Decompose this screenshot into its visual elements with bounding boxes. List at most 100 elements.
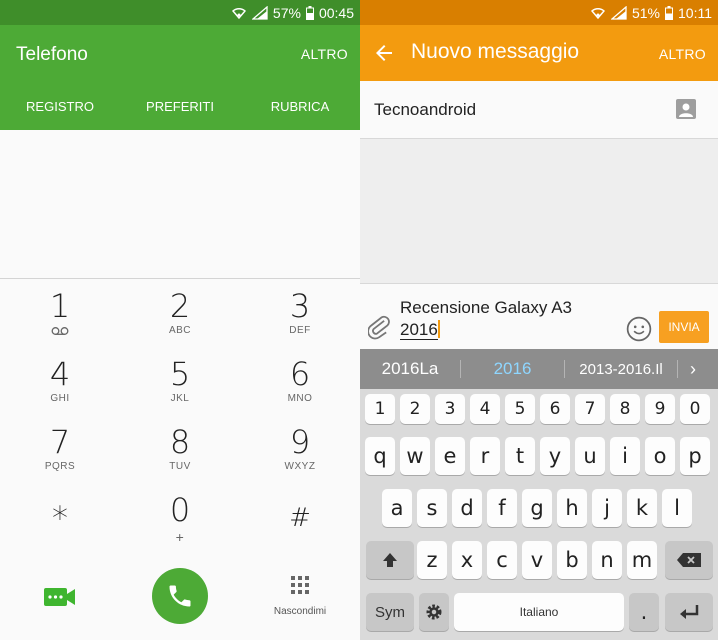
battery-percent: 51% [631,4,660,21]
enter-key[interactable] [665,593,713,631]
key-l[interactable]: l [662,489,692,527]
symbol-key[interactable]: Sym [366,593,414,631]
dial-key-hash[interactable]: # [240,483,360,551]
dial-key-1[interactable]: 1 [0,279,120,347]
suggestion-3[interactable]: 2013-2016.Il [565,361,677,378]
more-button[interactable]: ALTRO [301,46,348,62]
key-j[interactable]: j [592,489,622,527]
key-6[interactable]: 6 [540,394,570,424]
keyboard-row-1: qwertyuiop [360,433,718,481]
keyboard: 1234567890 qwertyuiop asdfghjkl zxcvbnm … [360,389,718,640]
dial-key-9[interactable]: 9 WXYZ [240,415,360,483]
dial-key-6[interactable]: 6 MNO [240,347,360,415]
number-display[interactable] [0,130,360,278]
recipient-name: Tecnoandroid [374,100,477,119]
key-m[interactable]: m [627,541,657,579]
dial-key-digit: 2 [169,287,191,325]
dial-key-0[interactable]: 0 + [120,483,240,551]
key-a[interactable]: a [382,489,412,527]
key-z[interactable]: z [417,541,447,579]
enter-arrow-icon [680,605,699,619]
tab-rubrica[interactable]: RUBRICA [240,87,360,127]
battery-icon [305,5,314,20]
key-s[interactable]: s [417,489,447,527]
space-key[interactable]: Italiano [454,593,624,631]
key-3[interactable]: 3 [435,394,465,424]
key-r[interactable]: r [470,437,500,475]
key-y[interactable]: y [540,437,570,475]
dial-key-8[interactable]: 8 TUV [120,415,240,483]
key-5[interactable]: 5 [505,394,535,424]
key-t[interactable]: t [505,437,535,475]
period-key[interactable]: . [629,593,659,631]
tab-preferiti[interactable]: PREFERITI [120,87,240,127]
key-v[interactable]: v [522,541,552,579]
message-line-1: Recensione Galaxy A3 [400,298,572,317]
dial-key-star[interactable]: * [0,483,120,551]
back-arrow-icon[interactable] [372,41,396,65]
clock: 00:45 [318,4,354,21]
key-g[interactable]: g [522,489,552,527]
key-9[interactable]: 9 [645,394,675,424]
recipient-field[interactable]: Tecnoandroid [360,81,718,139]
key-8[interactable]: 8 [610,394,640,424]
tab-registro[interactable]: REGISTRO [0,87,120,127]
key-4[interactable]: 4 [470,394,500,424]
phone-app-screen: 57% 00:45 Telefono ALTRO REGISTRO PREFER… [0,0,360,640]
key-o[interactable]: o [645,437,675,475]
key-n[interactable]: n [592,541,622,579]
call-button[interactable] [152,568,208,624]
key-k[interactable]: k [627,489,657,527]
hide-keypad-button[interactable]: Nascondimi [260,575,340,617]
tab-bar: REGISTRO PREFERITI RUBRICA [0,87,360,127]
key-i[interactable]: i [610,437,640,475]
suggestion-1[interactable]: 2016La [360,359,460,379]
key-e[interactable]: e [435,437,465,475]
video-call-icon[interactable] [44,587,76,607]
key-7[interactable]: 7 [575,394,605,424]
key-c[interactable]: c [487,541,517,579]
paperclip-icon[interactable] [368,314,390,340]
key-1[interactable]: 1 [365,394,395,424]
shift-arrow-icon [383,553,397,567]
send-button[interactable]: INVIA [659,311,709,343]
contact-picker-icon[interactable] [676,99,696,119]
key-w[interactable]: w [400,437,430,475]
key-p[interactable]: p [680,437,710,475]
app-bar: Telefono ALTRO REGISTRO PREFERITI RUBRIC… [0,25,360,130]
more-button[interactable]: ALTRO [659,46,706,62]
dial-key-3[interactable]: 3 DEF [240,279,360,347]
message-input[interactable]: Recensione Galaxy A3 2016 [400,297,620,341]
key-2[interactable]: 2 [400,394,430,424]
page-title: Nuovo messaggio [411,40,580,63]
key-u[interactable]: u [575,437,605,475]
dial-key-4[interactable]: 4 GHI [0,347,120,415]
emoji-icon[interactable] [626,316,652,342]
dial-key-letters: WXYZ [284,461,316,472]
dial-key-digit: 9 [289,423,311,461]
dial-key-digit: 7 [49,423,71,461]
key-q[interactable]: q [365,437,395,475]
key-h[interactable]: h [557,489,587,527]
expand-suggestions-icon[interactable]: › [678,359,708,380]
keyboard-row-2: asdfghjkl [360,485,718,533]
phone-handset-icon [169,585,191,607]
key-0[interactable]: 0 [680,394,710,424]
key-f[interactable]: f [487,489,517,527]
key-x[interactable]: x [452,541,482,579]
suggestion-2[interactable]: 2016 [461,359,564,379]
wifi-calling-icon [590,7,606,19]
dial-key-digit: 0 [169,491,191,529]
backspace-key[interactable] [665,541,713,579]
dial-key-letters: + [175,529,185,545]
key-d[interactable]: d [452,489,482,527]
gear-icon [426,604,442,620]
message-thread [360,140,718,283]
dial-key-5[interactable]: 5 JKL [120,347,240,415]
dial-key-7[interactable]: 7 PQRS [0,415,120,483]
key-b[interactable]: b [557,541,587,579]
settings-key[interactable] [419,593,449,631]
dial-key-digit: 4 [49,355,71,393]
shift-key[interactable] [366,541,414,579]
dial-key-2[interactable]: 2 ABC [120,279,240,347]
